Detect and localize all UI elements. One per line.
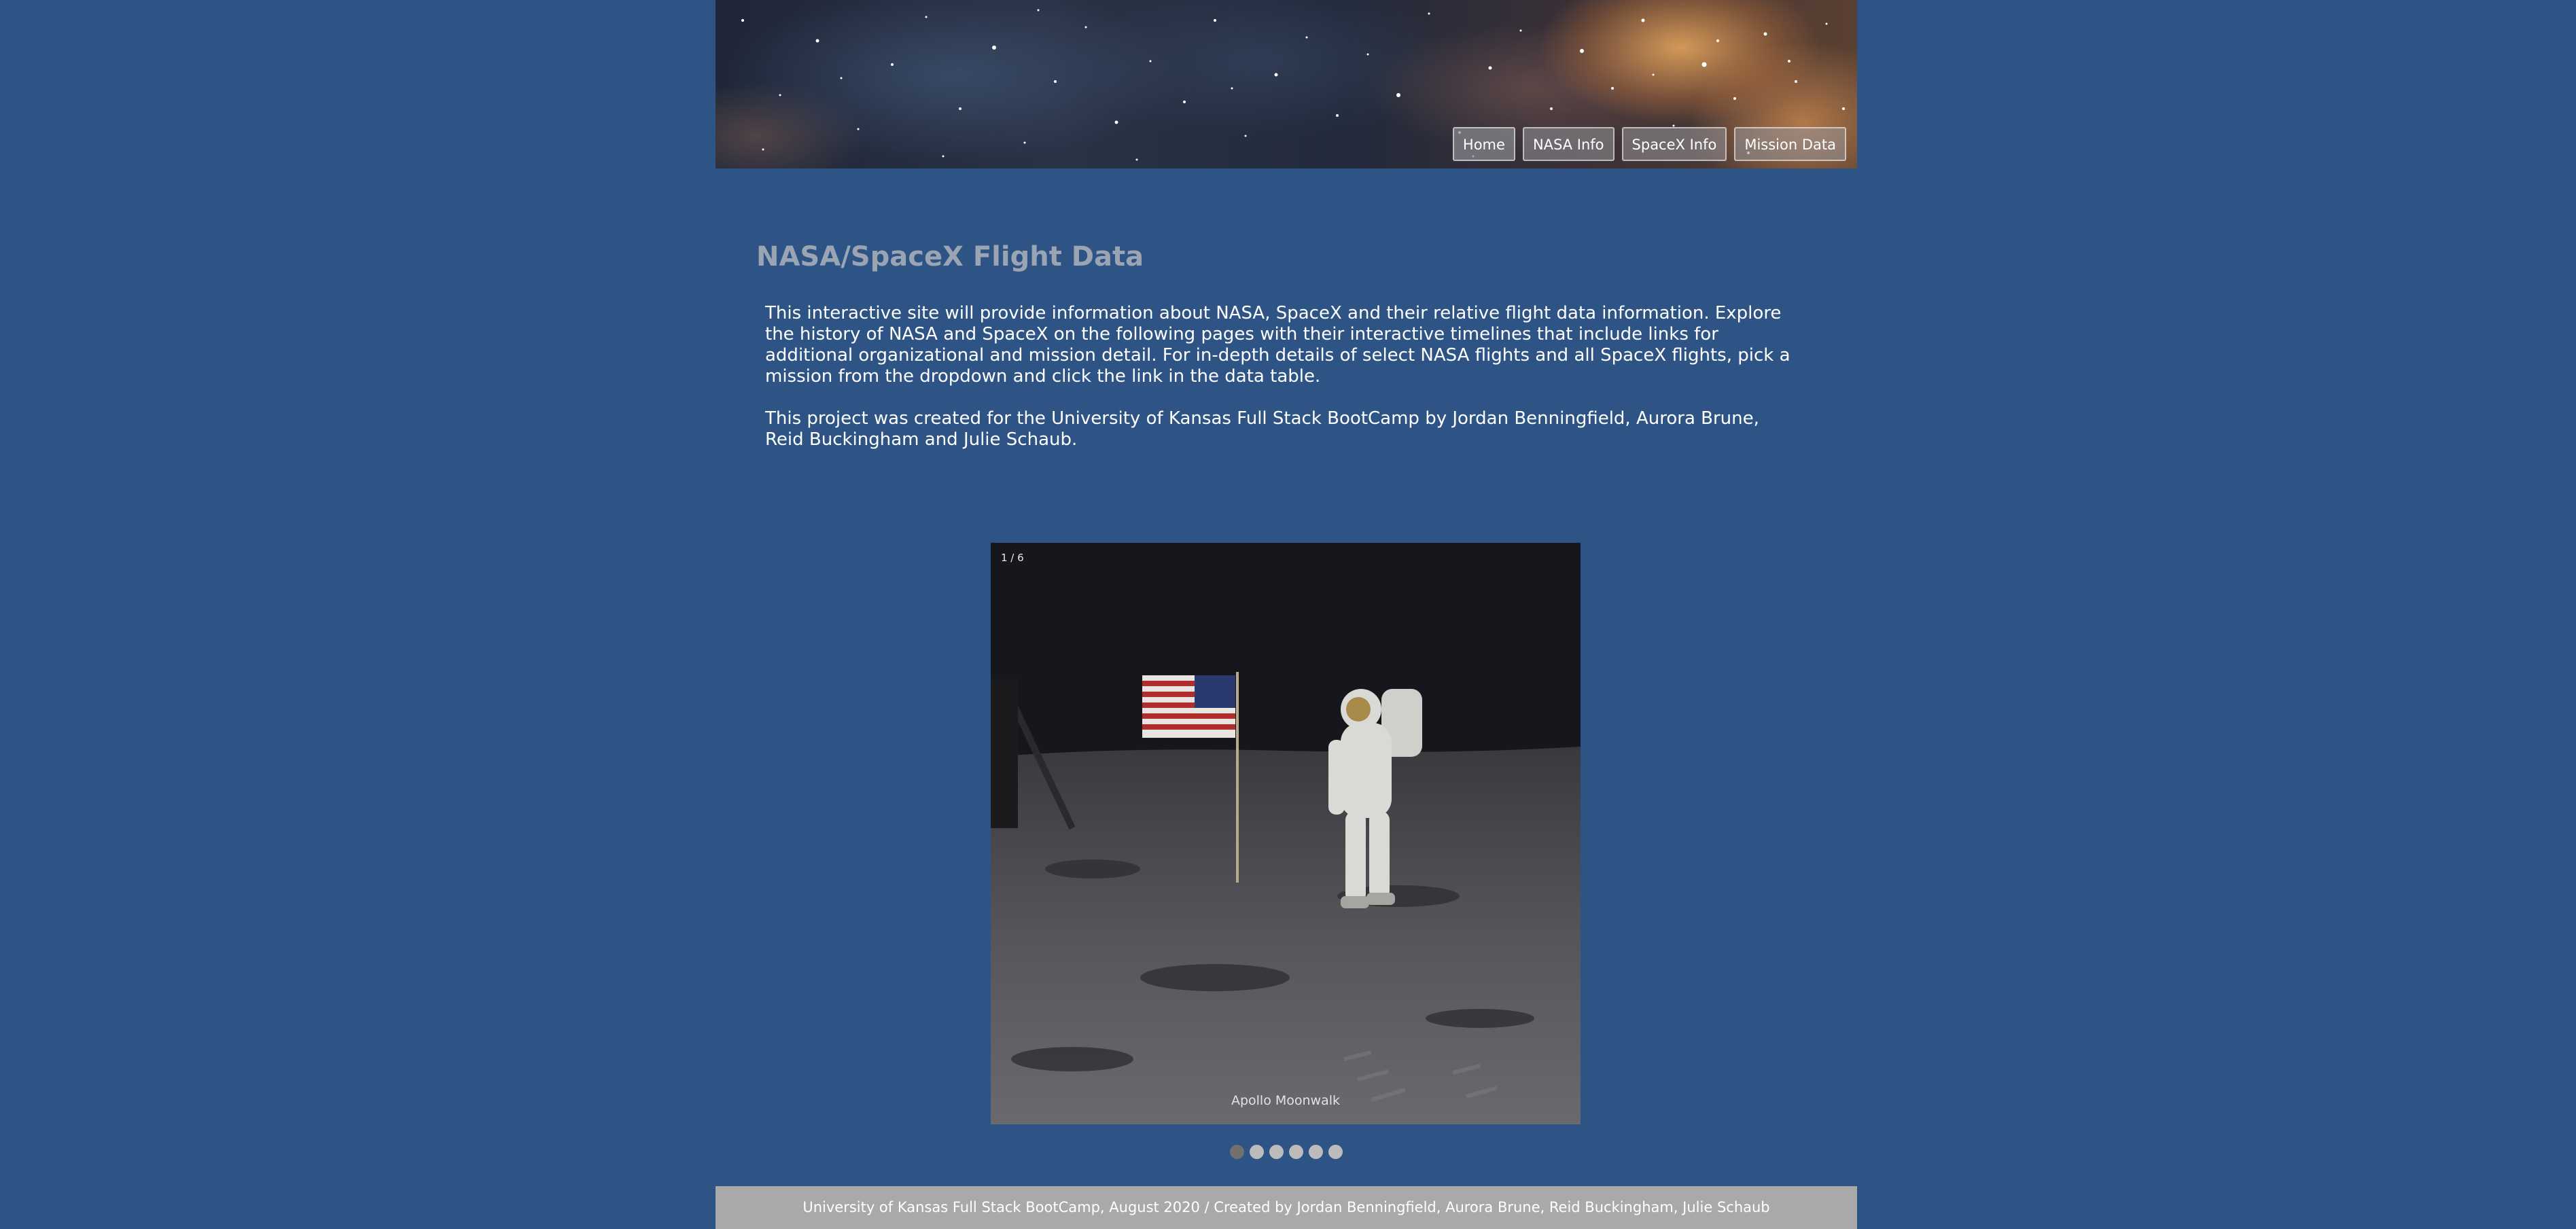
slideshow-dots [716,1145,1857,1159]
slide-caption: Apollo Moonwalk [1231,1093,1341,1108]
apollo-moonwalk-image [991,543,1581,1124]
slide-counter: 1 / 6 [1001,552,1024,564]
main-nav: Home NASA Info SpaceX Info Mission Data [1452,127,1846,161]
slide-dot-2[interactable] [1250,1145,1264,1159]
slide-dot-1[interactable] [1230,1145,1244,1159]
nav-mission-data-button[interactable]: Mission Data [1734,127,1846,161]
image-slideshow[interactable]: 1 / 6 Apollo Moonwalk [991,543,1581,1124]
header-banner: Home NASA Info SpaceX Info Mission Data [716,0,1857,168]
nav-home-button[interactable]: Home [1452,127,1515,161]
intro-paragraph: This interactive site will provide infor… [765,303,1790,387]
page-container: Home NASA Info SpaceX Info Mission Data … [716,0,1857,1229]
intro-text: This interactive site will provide infor… [765,303,1798,471]
credits-paragraph: This project was created for the Univers… [765,408,1759,450]
slide-dot-6[interactable] [1328,1145,1343,1159]
nav-nasa-info-button[interactable]: NASA Info [1522,127,1615,161]
slide-dot-3[interactable] [1269,1145,1284,1159]
page-title: NASA/SpaceX Flight Data [756,241,1144,272]
nav-spacex-info-button[interactable]: SpaceX Info [1621,127,1727,161]
slide-dot-4[interactable] [1289,1145,1303,1159]
slide-dot-5[interactable] [1309,1145,1323,1159]
page-footer: University of Kansas Full Stack BootCamp… [716,1186,1857,1229]
